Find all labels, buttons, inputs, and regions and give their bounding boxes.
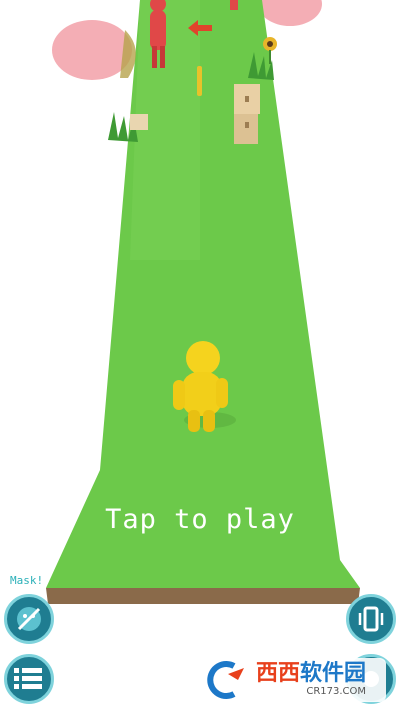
list-menu-icon (14, 668, 42, 689)
menu-button[interactable] (4, 654, 54, 704)
cardboard-box-stack (234, 84, 260, 144)
watermark-title-part1: 西西 (256, 661, 301, 686)
phone-vibrate-icon (358, 606, 384, 632)
coin-pickup (197, 66, 202, 96)
tap-to-play-prompt[interactable]: Tap to play (0, 504, 400, 535)
game-scene[interactable] (0, 0, 400, 710)
enemy-character-far (230, 0, 238, 10)
enemy-zone-left (52, 20, 132, 80)
enemy-zone-right (258, 0, 322, 26)
watermark-logo-icon (207, 661, 244, 699)
watermark-title-part2: 软件园 (300, 661, 367, 686)
mask-button[interactable] (4, 594, 54, 644)
game-screen[interactable]: Tap to play Mask! 西西软件园 CR173.COM (0, 0, 400, 710)
track-surface (46, 0, 360, 588)
cardboard-box-small (130, 114, 148, 130)
vibrate-button[interactable] (346, 594, 396, 644)
masked-face-icon (17, 607, 41, 631)
watermark: 西西软件园 CR173.COM (200, 658, 386, 702)
mask-label: Mask! (10, 574, 44, 587)
watermark-url: CR173.COM (306, 686, 367, 697)
track-side (46, 588, 360, 604)
